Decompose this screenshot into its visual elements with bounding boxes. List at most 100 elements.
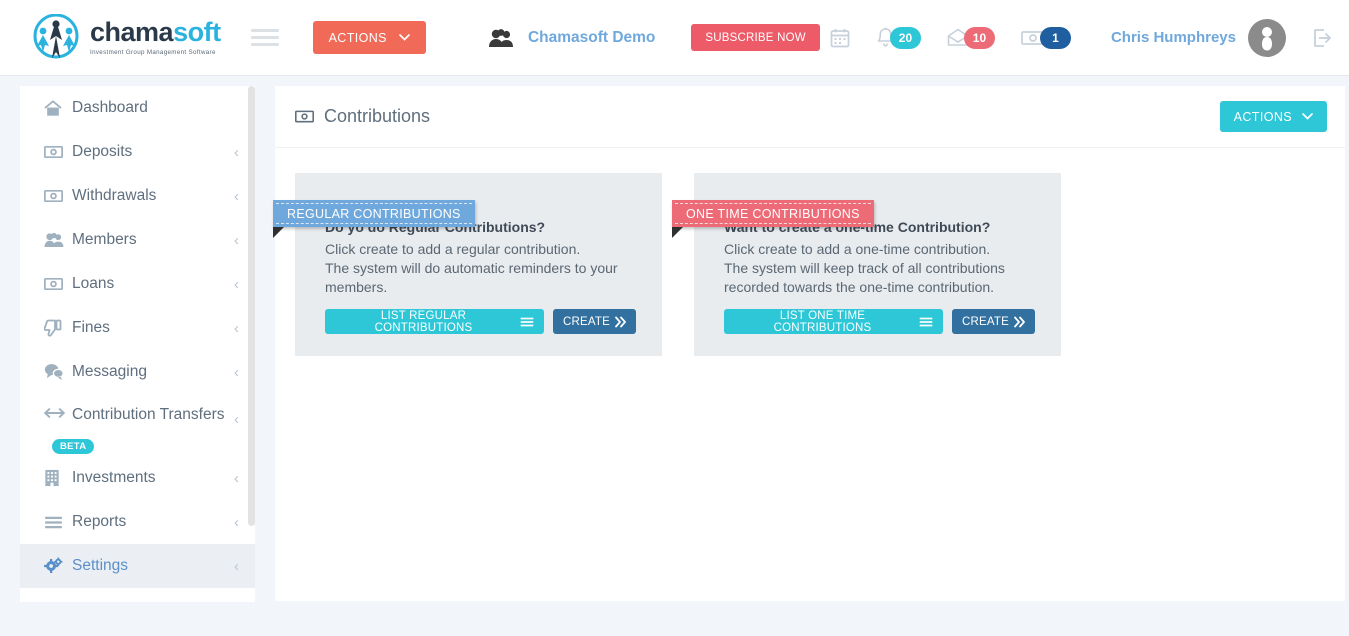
sidebar-item-messaging[interactable]: Messaging ‹ — [20, 350, 255, 394]
main-content-panel: Contributions ACTIONS REGULAR CONTRIBUTI… — [273, 86, 1345, 601]
hamburger-menu-icon[interactable] — [250, 25, 279, 50]
content-actions-button[interactable]: ACTIONS — [1219, 101, 1327, 132]
sign-out-icon[interactable] — [1312, 28, 1333, 48]
sidebar-item-loans[interactable]: Loans ‹ — [20, 262, 255, 306]
create-contribution-button[interactable]: CREATE — [952, 309, 1035, 334]
topbar-right-tools: 20 10 1 Chris Humphreys — [830, 18, 1333, 57]
sidebar-item-label: Deposits — [72, 143, 133, 160]
list-icon — [919, 317, 933, 327]
sidebar-item-members[interactable]: Members ‹ — [20, 218, 255, 262]
sidebar-item-dashboard[interactable]: Dashboard — [20, 86, 255, 130]
sidebar-item-label: Fines — [72, 319, 110, 336]
chevron-left-icon: ‹ — [234, 143, 239, 161]
chevron-left-icon: ‹ — [234, 363, 239, 381]
bell-badge-count: 20 — [889, 26, 921, 49]
comments-icon — [44, 363, 68, 381]
hamburger-line — [250, 43, 279, 46]
card-description-line: The system will do automatic reminders t… — [325, 260, 618, 276]
card-ribbon-label: ONE TIME CONTRIBUTIONS — [672, 200, 874, 238]
users-group-icon — [488, 28, 513, 47]
chevron-left-icon: ‹ — [234, 513, 239, 531]
messages-envelope[interactable]: 10 — [947, 26, 995, 49]
sidebar-item-label: Reports — [72, 513, 127, 530]
money-bill-icon — [295, 110, 314, 123]
create-button-label: CREATE — [563, 315, 610, 328]
chevron-left-icon: ‹ — [234, 469, 239, 487]
contribution-card: REGULAR CONTRIBUTIONS Do yo do Regular Co… — [273, 173, 662, 356]
sidebar-item-deposits[interactable]: Deposits ‹ — [20, 130, 255, 174]
subscribe-now-button[interactable]: SUBSCRIBE NOW — [691, 24, 820, 51]
card-description-line: members. — [325, 279, 388, 295]
double-chevron-right-icon — [615, 316, 626, 328]
double-chevron-right-icon — [1014, 316, 1025, 328]
payments-money[interactable]: 1 — [1021, 26, 1071, 49]
sidebar-item-badge: BETA — [52, 439, 95, 454]
create-contribution-button[interactable]: CREATE — [553, 309, 636, 334]
brand-tagline: Investment Group Management Software — [90, 49, 216, 56]
top-navigation-bar: chamasoft Investment Group Management So… — [0, 0, 1349, 76]
sidebar-item-label: Settings — [72, 557, 129, 574]
sidebar-item-reports[interactable]: Reports ‹ — [20, 500, 255, 544]
card-description-line: Click create to add a one-time contribut… — [724, 241, 991, 257]
list-icon — [520, 317, 534, 327]
brand-name-part2: soft — [173, 17, 221, 47]
card-button-group: LIST ONE TIME CONTRIBUTIONS CREATE — [724, 309, 1043, 334]
list-contributions-button[interactable]: LIST REGULAR CONTRIBUTIONS — [325, 309, 544, 334]
sidebar-item-label: Contribution Transfers — [72, 406, 225, 423]
avatar[interactable] — [1248, 18, 1286, 57]
hamburger-line — [250, 29, 279, 32]
sidebar-item-settings[interactable]: Settings ‹ — [20, 544, 255, 588]
sidebar-navigation: Dashboard Deposits ‹ Withdrawals ‹ Members ‹ Lo… — [20, 86, 255, 602]
topbar-actions-button[interactable]: ACTIONS — [312, 21, 426, 54]
sidebar-item-label: Members — [72, 231, 137, 248]
create-button-label: CREATE — [962, 315, 1009, 328]
brand-logo[interactable]: chamasoft Investment Group Management So… — [28, 13, 221, 62]
home-icon — [44, 99, 68, 117]
chevron-left-icon: ‹ — [234, 275, 239, 293]
card-body: Do yo do Regular Contributions? Click cre… — [295, 219, 662, 334]
page-title: Contributions — [295, 106, 430, 127]
chamasoft-people-logo-icon — [33, 13, 79, 58]
card-description-line: Click create to add a regular contributi… — [325, 241, 581, 257]
group-selector[interactable]: Chamasoft Demo — [488, 28, 655, 48]
list-button-label: LIST ONE TIME CONTRIBUTIONS — [773, 309, 872, 334]
content-actions-label: ACTIONS — [1233, 109, 1292, 124]
thumbs-down-icon — [44, 319, 68, 337]
brand-name: chamasoft — [90, 19, 221, 46]
sidebar-item-label: Loans — [72, 275, 115, 292]
hamburger-line — [250, 36, 279, 39]
sidebar-item-label: Withdrawals — [72, 187, 157, 204]
list-contributions-button[interactable]: LIST ONE TIME CONTRIBUTIONS — [724, 309, 943, 334]
money-badge-count: 1 — [1039, 26, 1071, 49]
chevron-left-icon: ‹ — [234, 231, 239, 249]
brand-name-part1: chama — [90, 17, 174, 47]
contribution-cards: REGULAR CONTRIBUTIONS Do yo do Regular Co… — [273, 148, 1345, 356]
chevron-left-icon: ‹ — [234, 411, 239, 428]
building-icon — [44, 469, 68, 487]
arrows-left-right-icon — [44, 406, 68, 420]
sidebar-item-withdrawals[interactable]: Withdrawals ‹ — [20, 174, 255, 218]
content-header: Contributions ACTIONS — [275, 86, 1345, 148]
calendar-icon[interactable] — [830, 28, 850, 48]
chevron-down-icon — [399, 34, 410, 41]
card-body: Want to create a one-time Contribution? C… — [694, 219, 1061, 334]
sidebar-item-fines[interactable]: Fines ‹ — [20, 306, 255, 350]
chevron-left-icon: ‹ — [234, 557, 239, 575]
notifications-bell[interactable]: 20 — [876, 26, 921, 49]
sidebar-item-contribution-transfers[interactable]: Contribution Transfers ‹ BETA — [20, 394, 255, 456]
gears-icon — [44, 557, 68, 575]
card-description-line: The system will keep track of all contri… — [724, 260, 1005, 276]
page-title-label: Contributions — [324, 106, 431, 126]
topbar-actions-label: ACTIONS — [328, 30, 387, 45]
chevron-left-icon: ‹ — [234, 319, 239, 337]
card-button-group: LIST REGULAR CONTRIBUTIONS CREATE — [325, 309, 644, 334]
sidebar-item-investments[interactable]: Investments ‹ — [20, 456, 255, 500]
money-bill-icon — [44, 277, 68, 291]
money-bill-icon — [44, 145, 68, 159]
username-label[interactable]: Chris Humphreys — [1111, 29, 1236, 46]
contribution-card: ONE TIME CONTRIBUTIONS Want to create a o… — [672, 173, 1061, 356]
list-icon — [44, 516, 68, 529]
users-group-icon — [44, 232, 68, 248]
sidebar-scrollbar[interactable] — [248, 86, 255, 526]
mail-badge-count: 10 — [963, 26, 995, 49]
